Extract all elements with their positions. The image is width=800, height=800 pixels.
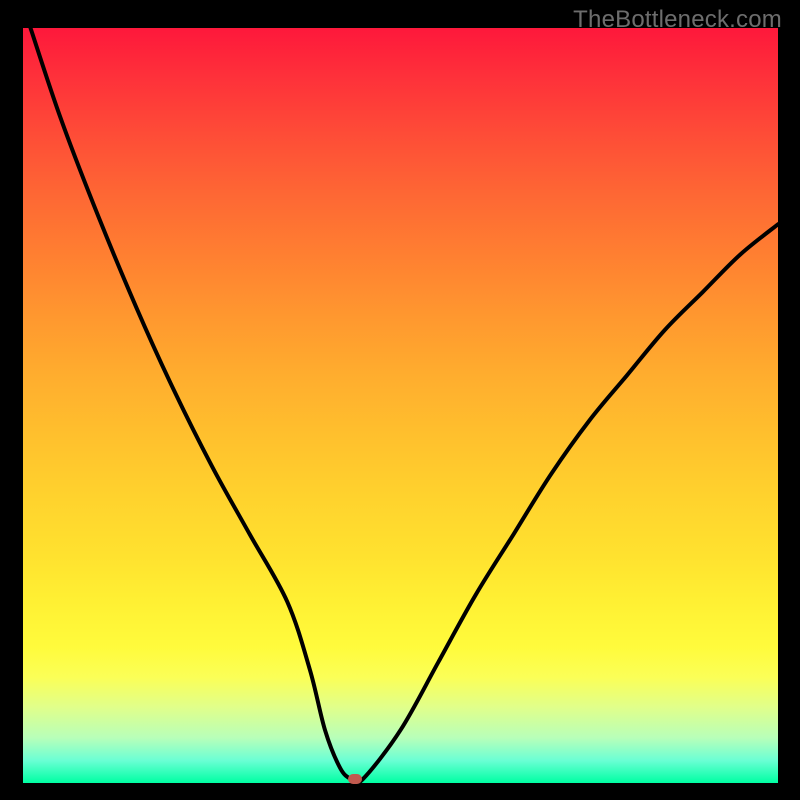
bottleneck-marker <box>348 774 362 784</box>
chart-frame: TheBottleneck.com <box>0 0 800 800</box>
bottleneck-curve <box>23 28 778 783</box>
plot-area <box>23 28 778 783</box>
